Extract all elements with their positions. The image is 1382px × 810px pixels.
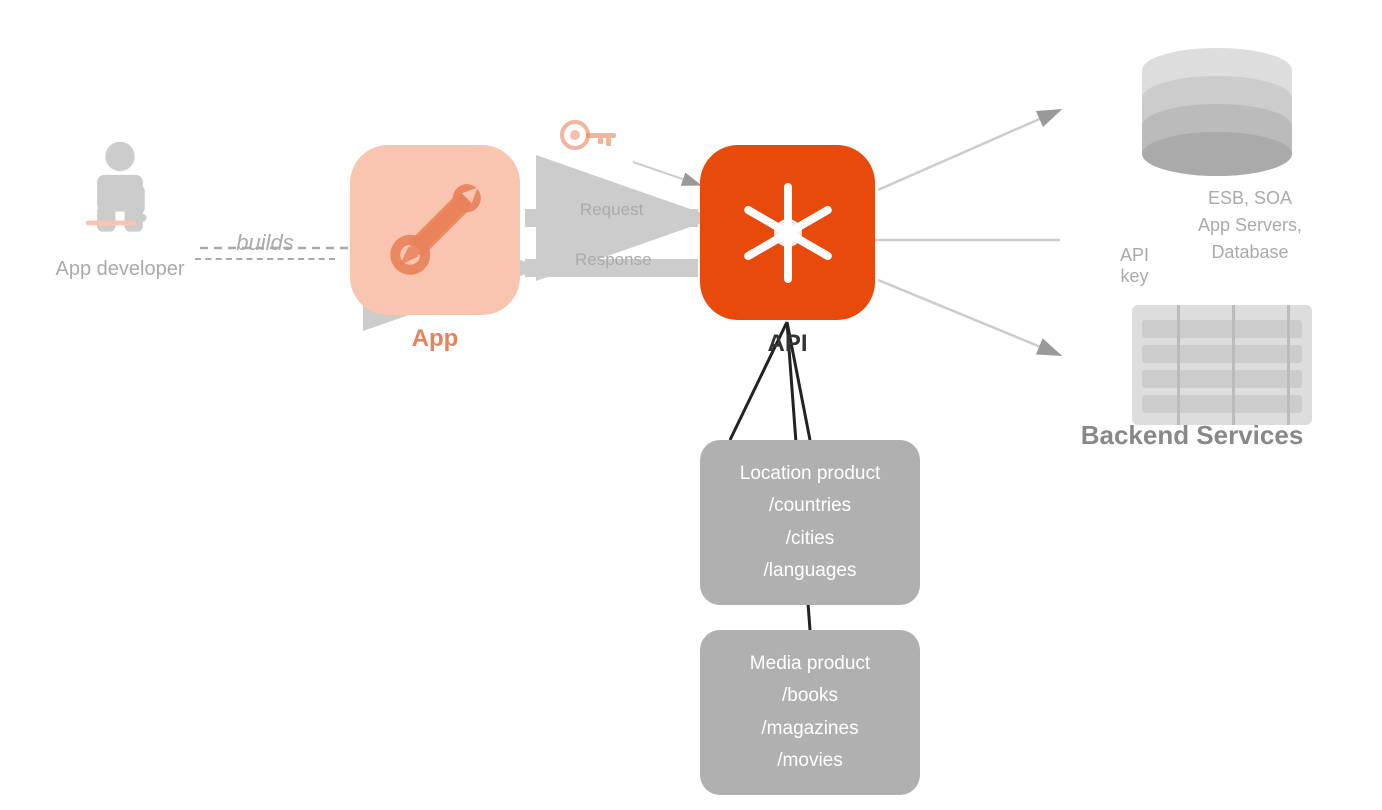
location-item-1: /countries <box>730 490 890 522</box>
media-item-2: /magazines <box>730 713 890 745</box>
builds-label: builds <box>195 230 335 260</box>
key-icon <box>560 115 620 155</box>
api-section: API <box>700 145 875 358</box>
wrench-pencil-icon <box>370 165 500 295</box>
media-title: Media product <box>730 648 890 680</box>
api-label: API <box>767 330 807 358</box>
app-developer-label: App developer <box>56 258 185 281</box>
media-product-box: Media product /books /magazines /movies <box>700 630 920 795</box>
server-icon <box>1122 295 1322 440</box>
location-product-box: Location product /countries /cities /lan… <box>700 440 920 605</box>
api-key-label: API key <box>1120 245 1149 287</box>
api-key-section: API key <box>560 115 620 155</box>
person-laptop-icon <box>75 140 165 250</box>
app-icon <box>350 145 520 315</box>
request-label: Request <box>580 200 643 220</box>
response-label: Response <box>575 250 652 270</box>
database-cylinders-icon <box>1122 40 1312 190</box>
app-section: App <box>350 145 520 353</box>
location-item-3: /languages <box>730 555 890 587</box>
location-item-2: /cities <box>730 523 890 555</box>
location-product-text: Location product /countries /cities /lan… <box>730 458 890 587</box>
media-product-text: Media product /books /magazines /movies <box>730 648 890 777</box>
esb-label: ESB, SOA App Servers, Database <box>1198 185 1302 266</box>
media-item-1: /books <box>730 680 890 712</box>
diagram-container: App developer builds App <box>0 0 1382 810</box>
api-icon <box>700 145 875 320</box>
media-item-3: /movies <box>730 745 890 777</box>
backend-services-label: Backend Services <box>1062 420 1322 451</box>
server-rack-icon <box>1122 295 1322 435</box>
app-developer-section: App developer <box>40 140 200 281</box>
location-title: Location product <box>730 458 890 490</box>
asterisk-icon <box>723 168 853 298</box>
database-icon <box>1122 40 1312 195</box>
app-label: App <box>412 325 459 353</box>
